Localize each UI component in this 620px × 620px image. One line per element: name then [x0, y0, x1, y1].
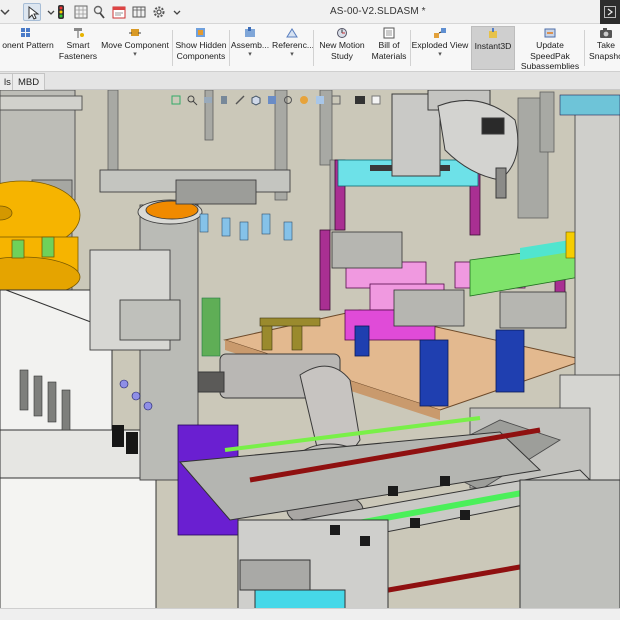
- fastener-icon: [71, 27, 85, 39]
- command-manager-ribbon: onent Pattern Smart Fasteners Move Compo…: [0, 24, 620, 72]
- bom-icon: [382, 27, 396, 39]
- zoom-to-area-icon[interactable]: [186, 94, 198, 106]
- display-style-icon[interactable]: [266, 94, 278, 106]
- chevron-down-icon[interactable]: ▾: [230, 51, 270, 58]
- reference-icon: [285, 27, 299, 39]
- motion-study-icon: [335, 27, 349, 39]
- instant3d-button[interactable]: Instant3D: [471, 26, 515, 70]
- chevron-down-icon[interactable]: ▾: [272, 51, 312, 58]
- take-snapshot-button[interactable]: Take Snapsho: [586, 26, 620, 70]
- dynamic-annotation-icon[interactable]: [234, 94, 246, 106]
- close-icon[interactable]: [600, 0, 620, 24]
- instant3d-icon: [486, 28, 500, 40]
- component-pattern-button[interactable]: onent Pattern: [0, 26, 56, 70]
- zoom-to-fit-icon[interactable]: [170, 94, 182, 106]
- tab-mbd[interactable]: MBD: [12, 73, 46, 90]
- file-properties-icon[interactable]: [110, 3, 128, 21]
- show-hidden-components-button[interactable]: Show Hidden Components: [174, 26, 228, 70]
- update-speedpak-button[interactable]: Update SpeedPak Subassemblies: [517, 26, 583, 71]
- pattern-icon: [21, 27, 35, 39]
- view-settings-icon[interactable]: [330, 94, 342, 106]
- chevron-down-icon[interactable]: ▾: [98, 51, 172, 58]
- assembly-icon: [243, 27, 257, 39]
- realview-icon[interactable]: [354, 94, 366, 106]
- edit-appearance-icon[interactable]: [298, 94, 310, 106]
- chevron-down-icon[interactable]: ▾: [411, 51, 469, 58]
- grid-icon[interactable]: [72, 3, 90, 21]
- speedpak-icon: [543, 27, 557, 39]
- smart-fasteners-button[interactable]: Smart Fasteners: [58, 26, 98, 70]
- reference-geometry-button[interactable]: Referenc... ▾: [272, 26, 314, 70]
- move-component-button[interactable]: Move Component ▾: [98, 26, 172, 70]
- exploded-view-button[interactable]: Exploded View ▾: [411, 26, 469, 70]
- table-icon[interactable]: [130, 3, 148, 21]
- move-icon: [128, 27, 142, 39]
- expand-menu-icon[interactable]: [0, 3, 14, 21]
- assembly-features-button[interactable]: Assemb... ▾: [230, 26, 270, 70]
- title-bar: AS-00-V2.SLDASM *: [0, 0, 620, 24]
- view-orientation-icon[interactable]: [250, 94, 262, 106]
- camera-icon: [599, 27, 613, 39]
- assembly-3d-model[interactable]: [0, 90, 620, 620]
- separator: [313, 30, 314, 66]
- graphics-viewport[interactable]: [0, 90, 620, 620]
- separator: [172, 30, 173, 66]
- show-hidden-icon: [194, 27, 208, 39]
- select-pointer-icon[interactable]: [23, 3, 41, 21]
- display-pane-icon[interactable]: [370, 94, 382, 106]
- heads-up-view-toolbar: [170, 94, 400, 108]
- separator: [584, 30, 585, 66]
- exploded-view-icon: [433, 27, 447, 39]
- previous-view-icon[interactable]: [202, 94, 214, 106]
- apply-scene-icon[interactable]: [314, 94, 326, 106]
- section-view-icon[interactable]: [218, 94, 230, 106]
- new-motion-study-button[interactable]: New Motion Study: [315, 26, 369, 70]
- bill-of-materials-button[interactable]: Bill of Materials: [369, 26, 409, 70]
- command-tab-strip: ls MBD: [0, 72, 620, 90]
- status-bar: [0, 608, 620, 620]
- hide-show-items-icon[interactable]: [282, 94, 294, 106]
- document-title: AS-00-V2.SLDASM *: [330, 6, 426, 17]
- rebuild-icon[interactable]: [90, 3, 108, 21]
- chevron-down-icon[interactable]: [168, 3, 186, 21]
- traffic-light-icon[interactable]: [52, 3, 70, 21]
- options-gear-icon[interactable]: [150, 3, 168, 21]
